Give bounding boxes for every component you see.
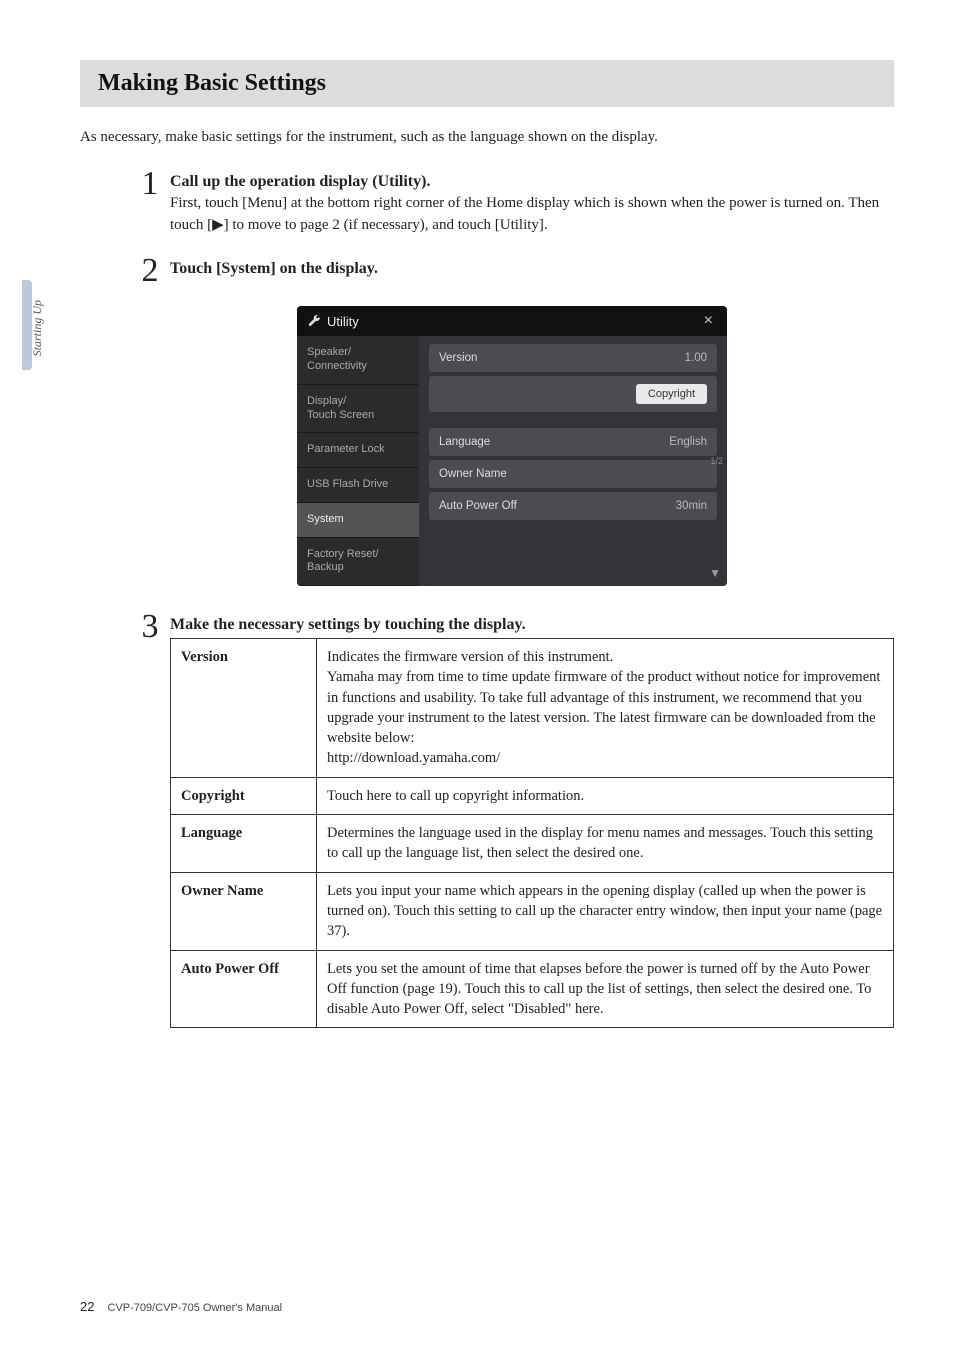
section-heading: Making Basic Settings xyxy=(80,60,894,107)
row-copyright: Copyright xyxy=(429,376,717,412)
utility-content: Version 1.00 Copyright Language English … xyxy=(419,336,727,586)
step-title: Call up the operation display (Utility). xyxy=(170,173,894,191)
step-number: 2 xyxy=(130,254,170,288)
utility-sidebar: Speaker/ Connectivity Display/ Touch Scr… xyxy=(297,336,419,586)
cell-key: Version xyxy=(171,639,317,778)
row-value: 1.00 xyxy=(685,352,707,364)
step-number: 1 xyxy=(130,167,170,237)
wrench-icon xyxy=(307,314,321,328)
step-2: 2 Touch [System] on the display. xyxy=(130,254,894,288)
cell-val: Lets you input your name which appears i… xyxy=(317,872,894,950)
step-title: Touch [System] on the display. xyxy=(170,260,894,278)
row-owner[interactable]: Owner Name xyxy=(429,460,717,488)
row-label: Version xyxy=(439,352,477,364)
step-text: First, touch [Menu] at the bottom right … xyxy=(170,193,894,237)
sidebar-item-system[interactable]: System xyxy=(297,503,419,538)
cell-key: Language xyxy=(171,815,317,873)
table-row: Version Indicates the firmware version o… xyxy=(171,639,894,778)
sidebar-item-usb[interactable]: USB Flash Drive xyxy=(297,468,419,503)
cell-val: Lets you set the amount of time that ela… xyxy=(317,950,894,1028)
row-label: Language xyxy=(439,436,490,448)
table-row: Copyright Touch here to call up copyrigh… xyxy=(171,777,894,814)
page-indicator: 1/2 xyxy=(710,456,723,466)
sidebar-item-speaker[interactable]: Speaker/ Connectivity xyxy=(297,336,419,385)
row-language[interactable]: Language English xyxy=(429,428,717,456)
utility-header: Utility × xyxy=(297,306,727,336)
page-footer: 22 CVP-709/CVP-705 Owner's Manual xyxy=(80,1299,282,1314)
cell-key: Owner Name xyxy=(171,872,317,950)
chevron-down-icon[interactable]: ▼ xyxy=(709,566,721,580)
sidebar-item-lock[interactable]: Parameter Lock xyxy=(297,433,419,468)
step-1: 1 Call up the operation display (Utility… xyxy=(130,167,894,237)
cell-key: Auto Power Off xyxy=(171,950,317,1028)
utility-dialog: Utility × Speaker/ Connectivity Display/… xyxy=(297,306,727,586)
row-label: Auto Power Off xyxy=(439,500,517,512)
sidebar-item-display[interactable]: Display/ Touch Screen xyxy=(297,385,419,434)
sidebar-item-factory[interactable]: Factory Reset/ Backup xyxy=(297,538,419,587)
close-icon[interactable]: × xyxy=(700,312,717,330)
cell-val: Determines the language used in the disp… xyxy=(317,815,894,873)
utility-title: Utility xyxy=(327,314,700,329)
row-value: English xyxy=(669,436,707,448)
footer-text: CVP-709/CVP-705 Owner's Manual xyxy=(108,1302,283,1314)
step-title: Make the necessary settings by touching … xyxy=(170,616,894,634)
copyright-button[interactable]: Copyright xyxy=(636,384,707,404)
cell-val: Touch here to call up copyright informat… xyxy=(317,777,894,814)
table-row: Auto Power Off Lets you set the amount o… xyxy=(171,950,894,1028)
settings-table: Version Indicates the firmware version o… xyxy=(170,638,894,1028)
row-value: 30min xyxy=(676,500,707,512)
row-label: Owner Name xyxy=(439,468,507,480)
side-tab-label: Starting Up xyxy=(30,300,45,356)
row-autopoweroff[interactable]: Auto Power Off 30min xyxy=(429,492,717,520)
step-3: 3 Make the necessary settings by touchin… xyxy=(130,610,894,1028)
row-version[interactable]: Version 1.00 xyxy=(429,344,717,372)
cell-val: Indicates the firmware version of this i… xyxy=(317,639,894,778)
table-row: Owner Name Lets you input your name whic… xyxy=(171,872,894,950)
page-number: 22 xyxy=(80,1299,94,1314)
cell-key: Copyright xyxy=(171,777,317,814)
step-number: 3 xyxy=(130,610,170,1028)
table-row: Language Determines the language used in… xyxy=(171,815,894,873)
intro-text: As necessary, make basic settings for th… xyxy=(80,127,894,149)
